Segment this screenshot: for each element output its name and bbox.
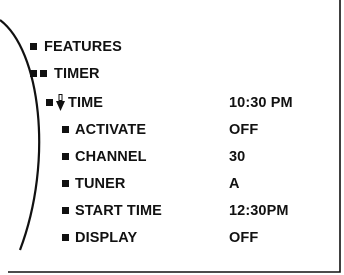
activate-label: ACTIVATE (75, 122, 147, 138)
menu-item-display[interactable]: DISPLAY OFF (62, 229, 316, 247)
square-bullet-icon (62, 126, 69, 133)
display-label: DISPLAY (75, 230, 138, 246)
square-bullet-icon (62, 153, 69, 160)
timer-label: TIMER (54, 66, 100, 82)
menu-item-activate[interactable]: ACTIVATE OFF (62, 121, 316, 139)
up-down-cursor-icon (56, 94, 65, 111)
square-bullet-icon (62, 234, 69, 241)
tuner-label: TUNER (75, 176, 126, 192)
square-bullet-icon (30, 70, 37, 77)
tuner-value: A (229, 176, 240, 192)
menu-item-tuner[interactable]: TUNER A (62, 175, 316, 193)
features-label: FEATURES (44, 39, 122, 55)
channel-value: 30 (229, 149, 246, 165)
square-bullet-icon (30, 43, 37, 50)
tv-menu-screen: FEATURES TIMER TIME 10:30 PM ACTIVATE OF… (0, 0, 344, 275)
square-bullet-icon (40, 70, 47, 77)
channel-label: CHANNEL (75, 149, 147, 165)
time-value: 10:30 PM (229, 95, 293, 111)
square-bullet-icon (62, 207, 69, 214)
time-label: TIME (68, 95, 104, 111)
display-value: OFF (229, 230, 259, 246)
menu-item-time[interactable]: TIME 10:30 PM (46, 94, 316, 112)
activate-value: OFF (229, 122, 259, 138)
square-bullet-icon (62, 180, 69, 187)
menu-item-timer[interactable]: TIMER (30, 65, 170, 83)
menu-item-features[interactable]: FEATURES (30, 38, 170, 56)
square-bullet-icon (46, 99, 53, 106)
start-time-label: START TIME (75, 203, 162, 219)
menu-item-channel[interactable]: CHANNEL 30 (62, 148, 316, 166)
menu-item-start-time[interactable]: START TIME 12:30PM (62, 202, 316, 220)
start-time-value: 12:30PM (229, 203, 289, 219)
